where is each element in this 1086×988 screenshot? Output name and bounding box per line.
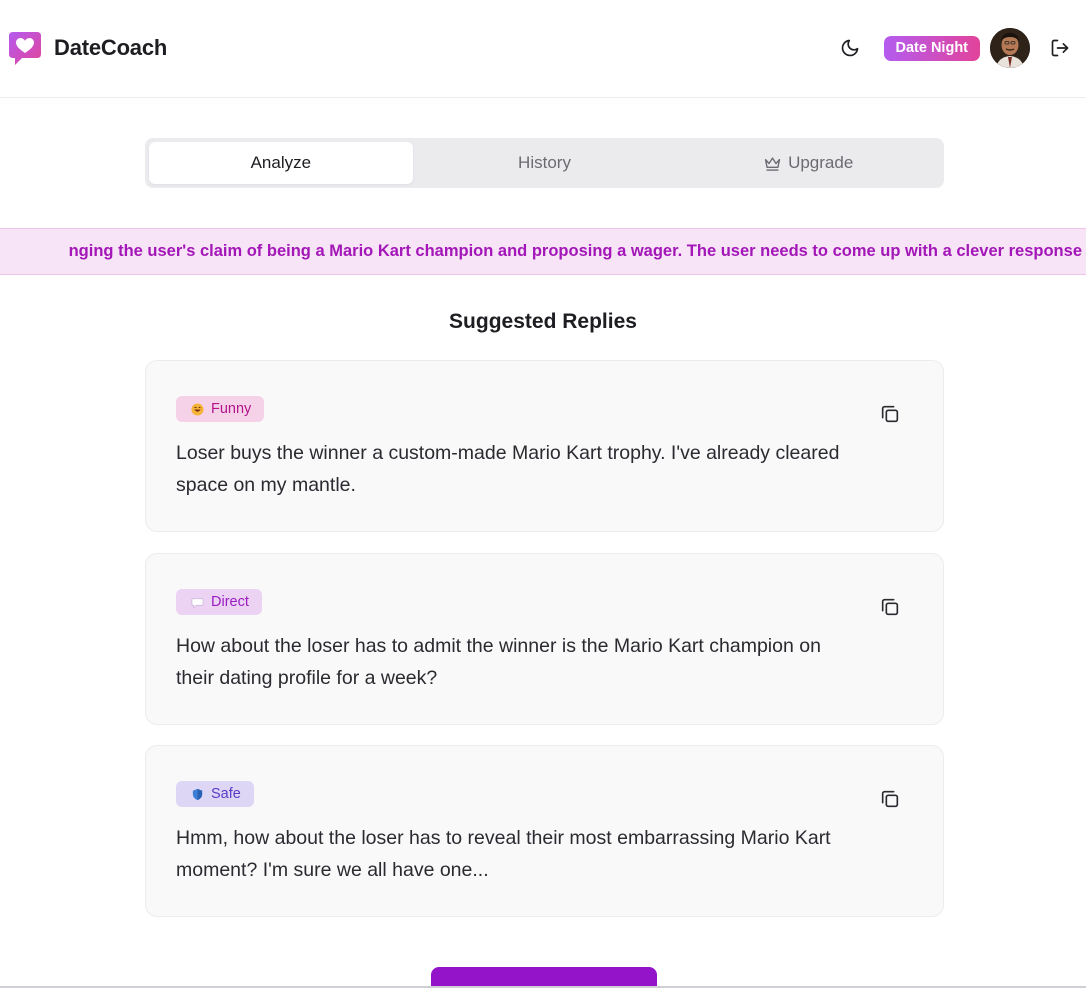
tab-history[interactable]: History	[413, 142, 677, 184]
crown-icon	[764, 156, 781, 171]
moon-icon	[841, 39, 858, 57]
reply-card: Funny Loser buys the winner a custom-mad…	[145, 360, 944, 532]
app-name: DateCoach	[54, 35, 168, 60]
reply-tag-safe: Safe	[176, 781, 254, 807]
user-avatar[interactable]	[990, 28, 1030, 68]
plan-badge: Date Night	[883, 35, 980, 61]
reply-tag-label: Direct	[211, 594, 249, 610]
suggested-replies-title: Suggested Replies	[449, 310, 637, 333]
analysis-summary-banner: nging the user's claim of being a Mario …	[0, 228, 1086, 275]
logout-button[interactable]	[1048, 34, 1072, 62]
grinning-face-emoji-icon	[191, 402, 204, 416]
reply-tag-label: Funny	[211, 401, 252, 417]
reply-card: Direct How about the loser has to admit …	[145, 553, 944, 725]
tab-upgrade[interactable]: Upgrade	[676, 142, 940, 184]
bottom-action-button[interactable]	[431, 967, 657, 988]
logout-icon	[1051, 39, 1069, 57]
copy-icon[interactable]	[879, 403, 901, 425]
reply-text: How about the loser has to admit the win…	[176, 635, 821, 689]
reply-tag-funny: Funny	[176, 396, 265, 422]
tab-label: History	[518, 153, 571, 172]
theme-toggle-button[interactable]	[836, 34, 864, 62]
reply-text: Loser buys the winner a custom-made Mari…	[176, 442, 840, 496]
tab-analyze[interactable]: Analyze	[149, 142, 413, 184]
copy-icon[interactable]	[879, 788, 901, 810]
analysis-summary-text: nging the user's claim of being a Mario …	[68, 242, 1082, 260]
copy-icon[interactable]	[879, 596, 901, 618]
tab-label: Analyze	[250, 153, 312, 172]
reply-text: Hmm, how about the loser has to reveal t…	[176, 827, 831, 881]
shield-emoji-icon	[192, 788, 203, 800]
main-tabs: Analyze History Upgrade	[145, 138, 944, 188]
speech-bubble-emoji-icon	[191, 597, 204, 608]
reply-tag-label: Safe	[211, 786, 241, 802]
heart-chat-logo-icon	[9, 32, 41, 65]
avatar-image	[990, 28, 1030, 68]
header-actions: Date Night	[836, 28, 1073, 68]
app-header: DateCoach Date Night	[0, 0, 1086, 98]
reply-card: Safe Hmm, how about the loser has to rev…	[145, 745, 944, 917]
brand[interactable]: DateCoach	[8, 30, 167, 66]
reply-tag-direct: Direct	[176, 589, 262, 615]
tab-label: Upgrade	[788, 153, 854, 172]
